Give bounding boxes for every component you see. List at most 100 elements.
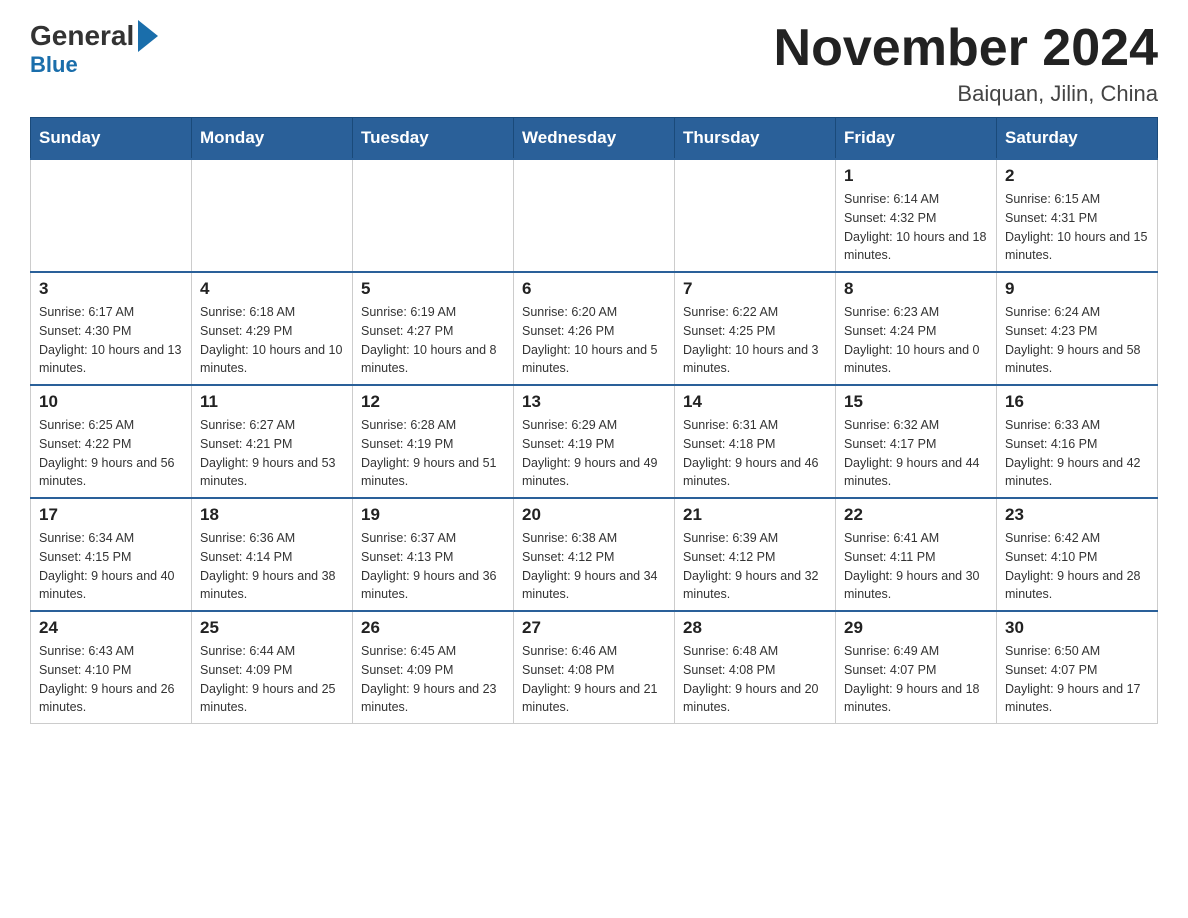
calendar-cell-1: 1 Sunrise: 6:14 AMSunset: 4:32 PMDaylight… [836,159,997,272]
day-number: 13 [522,392,666,412]
day-of-week-header-thursday: Thursday [675,118,836,160]
day-info: Sunrise: 6:17 AMSunset: 4:30 PMDaylight:… [39,303,183,378]
day-info: Sunrise: 6:43 AMSunset: 4:10 PMDaylight:… [39,642,183,717]
calendar-cell-26: 26 Sunrise: 6:45 AMSunset: 4:09 PMDayligh… [353,611,514,724]
week-row-3: 10 Sunrise: 6:25 AMSunset: 4:22 PMDayligh… [31,385,1158,498]
day-number: 10 [39,392,183,412]
day-info: Sunrise: 6:14 AMSunset: 4:32 PMDaylight:… [844,190,988,265]
calendar-cell-7: 7 Sunrise: 6:22 AMSunset: 4:25 PMDaylight… [675,272,836,385]
day-number: 22 [844,505,988,525]
logo-arrow-icon [138,20,158,52]
day-number: 27 [522,618,666,638]
day-number: 9 [1005,279,1149,299]
day-info: Sunrise: 6:23 AMSunset: 4:24 PMDaylight:… [844,303,988,378]
calendar-cell-15: 15 Sunrise: 6:32 AMSunset: 4:17 PMDayligh… [836,385,997,498]
calendar-cell-empty-2 [353,159,514,272]
calendar-cell-30: 30Sunrise: 6:50 AMSunset: 4:07 PMDayligh… [997,611,1158,724]
calendar-cell-empty-4 [675,159,836,272]
day-info: Sunrise: 6:37 AMSunset: 4:13 PMDaylight:… [361,529,505,604]
day-info: Sunrise: 6:34 AMSunset: 4:15 PMDaylight:… [39,529,183,604]
calendar-header-row: SundayMondayTuesdayWednesdayThursdayFrid… [31,118,1158,160]
day-number: 3 [39,279,183,299]
day-info: Sunrise: 6:33 AMSunset: 4:16 PMDaylight:… [1005,416,1149,491]
day-number: 6 [522,279,666,299]
day-info: Sunrise: 6:36 AMSunset: 4:14 PMDaylight:… [200,529,344,604]
logo: General Blue [30,20,158,78]
calendar-cell-19: 19Sunrise: 6:37 AMSunset: 4:13 PMDayligh… [353,498,514,611]
calendar-cell-22: 22 Sunrise: 6:41 AMSunset: 4:11 PMDayligh… [836,498,997,611]
day-of-week-header-tuesday: Tuesday [353,118,514,160]
day-info: Sunrise: 6:32 AMSunset: 4:17 PMDaylight:… [844,416,988,491]
day-info: Sunrise: 6:44 AMSunset: 4:09 PMDaylight:… [200,642,344,717]
month-title: November 2024 [774,20,1158,77]
day-number: 23 [1005,505,1149,525]
calendar-cell-6: 6 Sunrise: 6:20 AMSunset: 4:26 PMDaylight… [514,272,675,385]
calendar-cell-20: 20Sunrise: 6:38 AMSunset: 4:12 PMDayligh… [514,498,675,611]
day-info: Sunrise: 6:22 AMSunset: 4:25 PMDaylight:… [683,303,827,378]
calendar-cell-21: 21 Sunrise: 6:39 AMSunset: 4:12 PMDayligh… [675,498,836,611]
day-info: Sunrise: 6:15 AMSunset: 4:31 PMDaylight:… [1005,190,1149,265]
day-number: 8 [844,279,988,299]
day-number: 24 [39,618,183,638]
calendar-cell-25: 25 Sunrise: 6:44 AMSunset: 4:09 PMDayligh… [192,611,353,724]
calendar-table: SundayMondayTuesdayWednesdayThursdayFrid… [30,117,1158,724]
day-number: 26 [361,618,505,638]
day-info: Sunrise: 6:24 AMSunset: 4:23 PMDaylight:… [1005,303,1149,378]
day-info: Sunrise: 6:48 AMSunset: 4:08 PMDaylight:… [683,642,827,717]
day-number: 21 [683,505,827,525]
calendar-cell-11: 11 Sunrise: 6:27 AMSunset: 4:21 PMDayligh… [192,385,353,498]
day-number: 25 [200,618,344,638]
calendar-cell-27: 27Sunrise: 6:46 AMSunset: 4:08 PMDayligh… [514,611,675,724]
calendar-cell-3: 3 Sunrise: 6:17 AMSunset: 4:30 PMDaylight… [31,272,192,385]
day-info: Sunrise: 6:27 AMSunset: 4:21 PMDaylight:… [200,416,344,491]
day-number: 17 [39,505,183,525]
day-info: Sunrise: 6:29 AMSunset: 4:19 PMDaylight:… [522,416,666,491]
day-number: 5 [361,279,505,299]
day-info: Sunrise: 6:45 AMSunset: 4:09 PMDaylight:… [361,642,505,717]
day-number: 11 [200,392,344,412]
day-number: 1 [844,166,988,186]
day-number: 28 [683,618,827,638]
calendar-cell-8: 8 Sunrise: 6:23 AMSunset: 4:24 PMDaylight… [836,272,997,385]
day-number: 7 [683,279,827,299]
day-of-week-header-wednesday: Wednesday [514,118,675,160]
calendar-cell-empty-3 [514,159,675,272]
title-area: November 2024 Baiquan, Jilin, China [774,20,1158,107]
calendar-cell-2: 2 Sunrise: 6:15 AMSunset: 4:31 PMDaylight… [997,159,1158,272]
calendar-cell-14: 14 Sunrise: 6:31 AMSunset: 4:18 PMDayligh… [675,385,836,498]
week-row-2: 3 Sunrise: 6:17 AMSunset: 4:30 PMDaylight… [31,272,1158,385]
week-row-4: 17 Sunrise: 6:34 AMSunset: 4:15 PMDayligh… [31,498,1158,611]
day-number: 12 [361,392,505,412]
day-number: 29 [844,618,988,638]
calendar-cell-24: 24 Sunrise: 6:43 AMSunset: 4:10 PMDayligh… [31,611,192,724]
calendar-cell-23: 23 Sunrise: 6:42 AMSunset: 4:10 PMDayligh… [997,498,1158,611]
day-info: Sunrise: 6:19 AMSunset: 4:27 PMDaylight:… [361,303,505,378]
day-number: 15 [844,392,988,412]
day-of-week-header-friday: Friday [836,118,997,160]
day-info: Sunrise: 6:50 AMSunset: 4:07 PMDaylight:… [1005,642,1149,717]
day-number: 16 [1005,392,1149,412]
calendar-cell-29: 29 Sunrise: 6:49 AMSunset: 4:07 PMDayligh… [836,611,997,724]
calendar-cell-4: 4Sunrise: 6:18 AMSunset: 4:29 PMDaylight… [192,272,353,385]
day-of-week-header-monday: Monday [192,118,353,160]
day-info: Sunrise: 6:42 AMSunset: 4:10 PMDaylight:… [1005,529,1149,604]
page-header: General Blue November 2024 Baiquan, Jili… [30,20,1158,107]
day-number: 14 [683,392,827,412]
day-number: 4 [200,279,344,299]
calendar-cell-empty-1 [192,159,353,272]
day-info: Sunrise: 6:31 AMSunset: 4:18 PMDaylight:… [683,416,827,491]
calendar-cell-empty-0 [31,159,192,272]
day-number: 20 [522,505,666,525]
day-info: Sunrise: 6:20 AMSunset: 4:26 PMDaylight:… [522,303,666,378]
calendar-cell-10: 10 Sunrise: 6:25 AMSunset: 4:22 PMDayligh… [31,385,192,498]
logo-blue-text: Blue [30,52,78,78]
day-info: Sunrise: 6:25 AMSunset: 4:22 PMDaylight:… [39,416,183,491]
day-info: Sunrise: 6:39 AMSunset: 4:12 PMDaylight:… [683,529,827,604]
location-subtitle: Baiquan, Jilin, China [774,81,1158,107]
week-row-5: 24 Sunrise: 6:43 AMSunset: 4:10 PMDayligh… [31,611,1158,724]
day-info: Sunrise: 6:49 AMSunset: 4:07 PMDaylight:… [844,642,988,717]
day-of-week-header-sunday: Sunday [31,118,192,160]
day-info: Sunrise: 6:41 AMSunset: 4:11 PMDaylight:… [844,529,988,604]
day-of-week-header-saturday: Saturday [997,118,1158,160]
day-number: 2 [1005,166,1149,186]
